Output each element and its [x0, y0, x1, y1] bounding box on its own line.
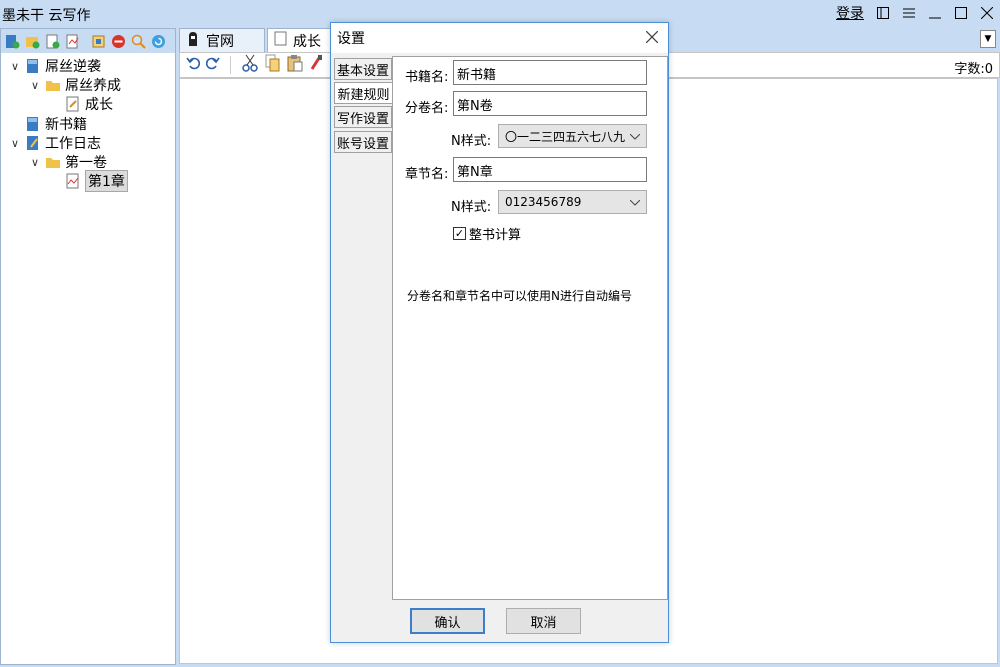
dialog-title: 设置: [337, 31, 365, 47]
book-name-label: 书籍名:: [405, 70, 449, 85]
select-value: 〇一二三四五六七八九: [505, 129, 626, 144]
book-icon: [25, 135, 41, 151]
chevron-down-icon[interactable]: ∨: [9, 137, 21, 150]
redo-icon[interactable]: [205, 56, 220, 74]
checkmark-icon: ✓: [453, 227, 466, 240]
close-icon[interactable]: [980, 4, 994, 22]
select-value: 0123456789: [505, 195, 582, 209]
search-icon[interactable]: [130, 33, 147, 50]
tree-item-book[interactable]: 新书籍: [25, 114, 87, 134]
book-tree: ∨ 屌丝逆袭 ∨ 屌丝养成 成长 新书籍 ∨ 工作日志 ∨ 第一卷 第1章: [1, 53, 175, 192]
tree-toolbar: [1, 29, 175, 53]
close-icon[interactable]: [642, 27, 662, 47]
chevron-down-icon: [629, 195, 641, 209]
tree-item-label: 新书籍: [45, 117, 87, 133]
chart-document-icon: [65, 173, 81, 189]
chevron-down-icon: [629, 129, 641, 143]
maximize-icon[interactable]: [954, 4, 968, 22]
book-name-field[interactable]: 新书籍: [453, 60, 647, 85]
toolbar-divider: [230, 56, 231, 74]
tab-writing-settings[interactable]: 写作设置: [334, 106, 392, 128]
whole-book-checkbox[interactable]: ✓ 整书计算: [453, 224, 521, 243]
format-brush-icon[interactable]: [309, 54, 323, 76]
chapter-name-field[interactable]: 第N章: [453, 157, 647, 182]
copy-icon[interactable]: [265, 54, 281, 76]
volume-name-label: 分卷名:: [405, 101, 449, 116]
cancel-button[interactable]: 取消: [506, 608, 581, 634]
confirm-button[interactable]: 确认: [410, 608, 485, 634]
tree-item-label: 屌丝逆袭: [45, 59, 101, 75]
import-icon[interactable]: [64, 33, 81, 50]
volume-style-select[interactable]: 〇一二三四五六七八九: [498, 124, 647, 148]
whole-book-label: 整书计算: [469, 228, 522, 243]
folder-icon: [45, 77, 61, 93]
minimize-icon[interactable]: [928, 4, 942, 22]
menu-icon[interactable]: [902, 4, 916, 22]
delete-icon[interactable]: [110, 33, 127, 50]
volume-name-field[interactable]: 第N卷: [453, 91, 647, 116]
tab-account-settings[interactable]: 账号设置: [334, 131, 392, 153]
chapter-style-select[interactable]: 0123456789: [498, 190, 647, 214]
tree-item-volume[interactable]: ∨ 屌丝养成: [29, 75, 121, 95]
tab-label: 官网: [206, 33, 234, 50]
word-count: 字数:0: [954, 62, 993, 77]
settings-dialog: 设置 基本设置 新建规则 写作设置 账号设置 书籍名: 新书籍 分卷名: 第N卷…: [330, 22, 669, 643]
tab-label: 成长: [293, 33, 321, 50]
chapter-style-label: N样式:: [451, 200, 492, 215]
chevron-down-icon[interactable]: ∨: [9, 60, 21, 73]
chevron-down-icon[interactable]: ∨: [29, 156, 41, 169]
home-icon: [186, 31, 200, 51]
document-icon: [65, 96, 81, 112]
tree-item-chapter[interactable]: 成长: [65, 94, 113, 114]
tree-item-label: 屌丝养成: [65, 78, 121, 94]
folder-icon: [45, 154, 61, 170]
tab-home[interactable]: 官网: [179, 28, 265, 52]
cut-icon[interactable]: [241, 54, 259, 76]
book-icon: [25, 116, 41, 132]
tree-item-label: 成长: [85, 97, 113, 113]
app-title: 墨未干 云写作: [2, 8, 91, 24]
layout-icon[interactable]: [876, 4, 890, 22]
new-chapter-icon[interactable]: [44, 33, 61, 50]
volume-style-label: N样式:: [451, 134, 492, 149]
hint-text: 分卷名和章节名中可以使用N进行自动编号: [407, 289, 632, 303]
chevron-down-icon[interactable]: ∨: [29, 79, 41, 92]
login-link[interactable]: 登录: [836, 3, 864, 23]
dialog-titlebar: 设置: [331, 23, 668, 53]
tab-document[interactable]: 成长: [267, 28, 331, 52]
book-tree-panel: ∨ 屌丝逆袭 ∨ 屌丝养成 成长 新书籍 ∨ 工作日志 ∨ 第一卷 第1章: [0, 28, 176, 665]
refresh-icon[interactable]: [150, 33, 167, 50]
tree-item-label: 第1章: [85, 170, 128, 192]
tree-item-book[interactable]: ∨ 工作日志: [9, 133, 101, 153]
tab-new-rules[interactable]: 新建规则: [334, 82, 392, 104]
book-icon: [25, 58, 41, 74]
new-rules-panel: 书籍名: 新书籍 分卷名: 第N卷 N样式: 〇一二三四五六七八九 章节名: 第…: [392, 56, 668, 600]
tree-item-label: 第一卷: [65, 155, 107, 171]
chapter-name-label: 章节名:: [405, 167, 449, 182]
document-icon: [274, 31, 287, 50]
tree-item-volume[interactable]: ∨ 第一卷: [29, 152, 107, 172]
tree-item-chapter-selected[interactable]: 第1章: [65, 170, 128, 192]
new-book-icon[interactable]: [4, 33, 21, 50]
tree-item-book[interactable]: ∨ 屌丝逆袭: [9, 56, 101, 76]
export-icon[interactable]: [90, 33, 107, 50]
window-controls: 登录: [836, 3, 994, 23]
undo-icon[interactable]: [186, 56, 201, 74]
paste-icon[interactable]: [287, 54, 303, 76]
tab-dropdown-button[interactable]: ▼: [980, 30, 996, 48]
new-volume-icon[interactable]: [24, 33, 41, 50]
tab-basic-settings[interactable]: 基本设置: [334, 58, 392, 80]
tree-item-label: 工作日志: [45, 136, 101, 152]
